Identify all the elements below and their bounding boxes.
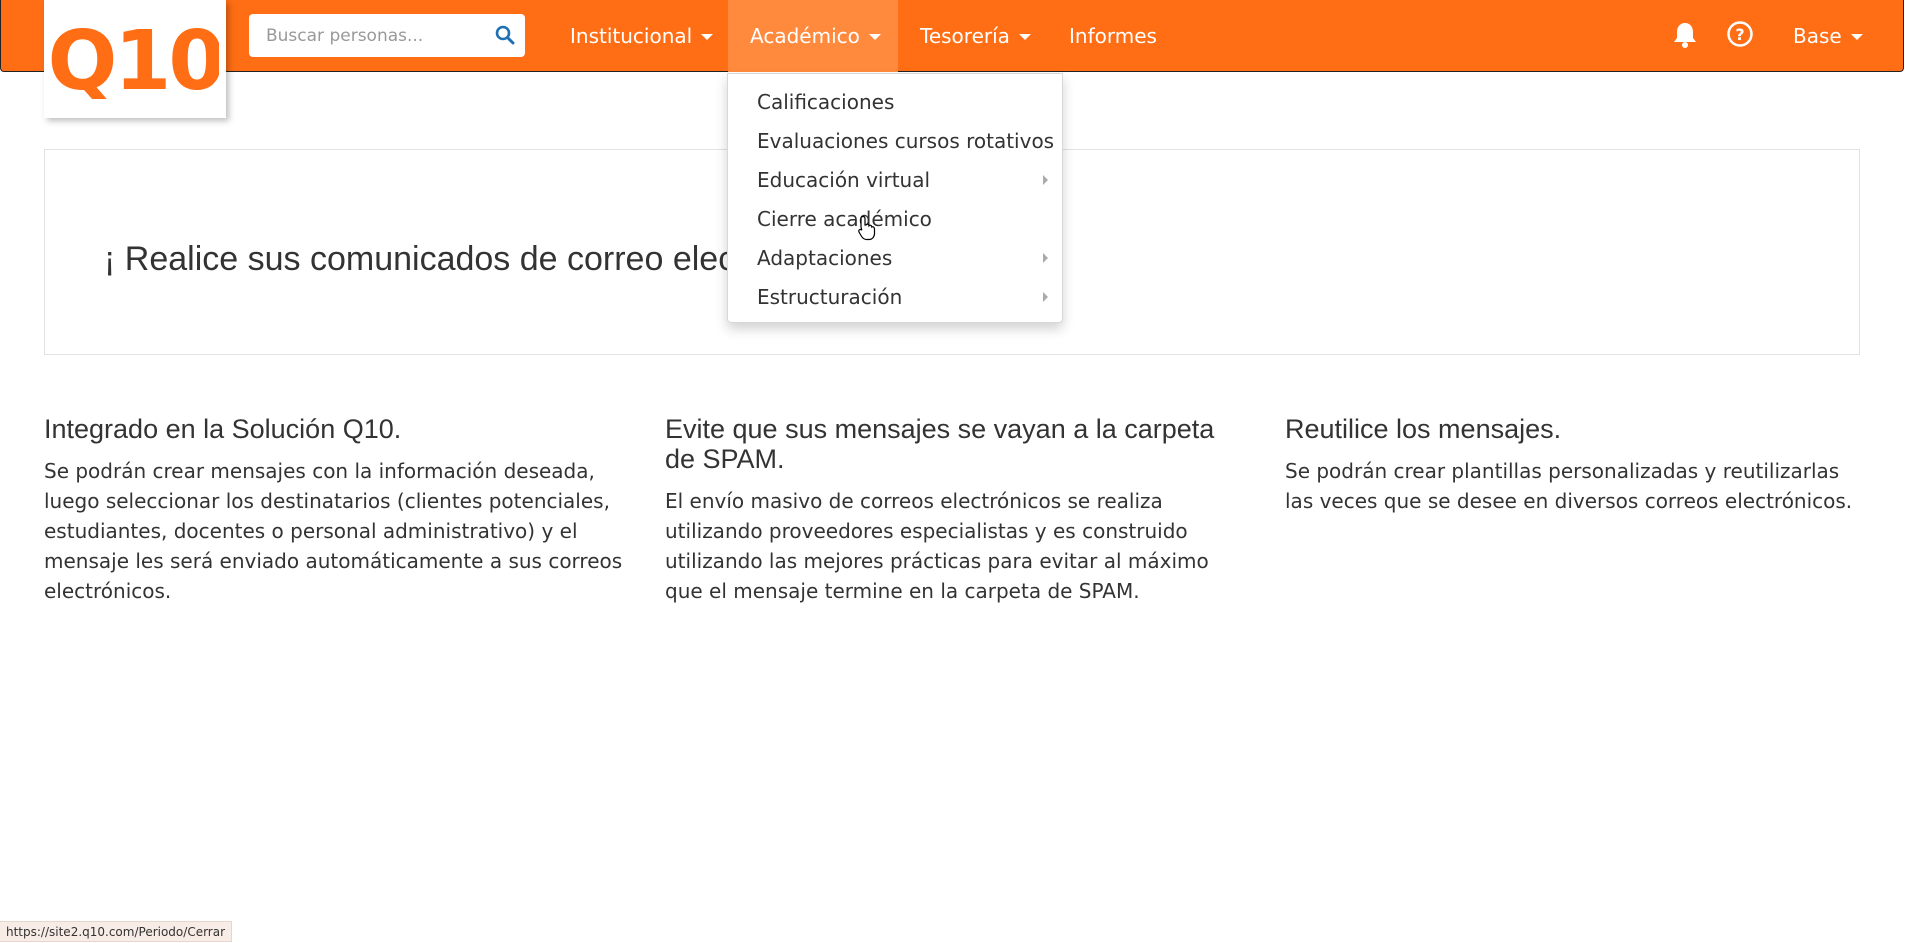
nav-academico-label: Académico: [750, 24, 860, 48]
nav-tesoreria[interactable]: Tesorería: [898, 0, 1053, 72]
nav-tesoreria-label: Tesorería: [920, 24, 1010, 48]
caret-down-icon: [701, 34, 714, 40]
menu-item-estructuracion[interactable]: Estructuración: [728, 278, 1062, 317]
feature-body: Se podrán crear mensajes con la informac…: [44, 459, 623, 603]
bell-icon[interactable]: [1672, 21, 1698, 49]
nav-informes[interactable]: Informes: [1047, 0, 1179, 72]
menu-item-educacion-virtual[interactable]: Educación virtual: [728, 161, 1062, 200]
q10-logo[interactable]: Q10: [44, 0, 226, 118]
caret-down-icon: [1850, 34, 1863, 40]
menu-item-label: Estructuración: [757, 285, 903, 309]
feature-body: El envío masivo de correos electrónicos …: [665, 489, 1209, 603]
menu-item-label: Educación virtual: [757, 168, 931, 192]
menu-item-label: Cierre académico: [757, 207, 932, 231]
chevron-right-icon: [1043, 253, 1048, 263]
feature-title: Evite que sus mensajes se vayan a la car…: [665, 414, 1215, 474]
nav-institucional-label: Institucional: [570, 24, 693, 48]
hand-cursor-icon: [858, 215, 876, 241]
feature-spam: Evite que sus mensajes se vayan a la car…: [665, 414, 1245, 606]
q10-logo-mark: Q10: [51, 19, 219, 99]
menu-item-label: Calificaciones: [757, 90, 895, 114]
menu-item-label: Adaptaciones: [757, 246, 893, 270]
chevron-right-icon: [1043, 175, 1048, 185]
nav-academico[interactable]: Académico: [728, 0, 898, 72]
feature-integrado: Integrado en la Solución Q10. Se podrán …: [44, 414, 624, 606]
nav-institucional[interactable]: Institucional: [548, 0, 735, 72]
status-bar-url: https://site2.q10.com/Periodo/Cerrar: [0, 921, 233, 942]
menu-item-adaptaciones[interactable]: Adaptaciones: [728, 239, 1062, 278]
user-menu[interactable]: Base: [1771, 0, 1885, 72]
caret-down-icon: [868, 34, 881, 40]
user-menu-label: Base: [1793, 24, 1842, 48]
svg-text:?: ?: [1735, 25, 1744, 44]
top-navbar: Institucional Académico Tesorería Inform…: [0, 0, 1904, 72]
menu-item-label: Evaluaciones cursos rotativos: [757, 129, 1055, 153]
search-box[interactable]: [249, 14, 525, 57]
chevron-right-icon: [1043, 292, 1048, 302]
search-icon[interactable]: [495, 25, 515, 45]
feature-reutilice: Reutilice los mensajes. Se podrán crear …: [1285, 414, 1865, 516]
academico-dropdown-menu: Calificaciones Evaluaciones cursos rotat…: [727, 73, 1063, 323]
feature-title: Reutilice los mensajes.: [1285, 414, 1562, 444]
menu-item-calificaciones[interactable]: Calificaciones: [728, 83, 1062, 122]
search-input[interactable]: [264, 24, 498, 47]
feature-title: Integrado en la Solución Q10.: [44, 414, 402, 444]
help-icon[interactable]: ?: [1726, 20, 1754, 48]
nav-informes-label: Informes: [1069, 24, 1157, 48]
menu-item-cierre-academico[interactable]: Cierre académico: [728, 200, 1062, 239]
feature-body: Se podrán crear plantillas personalizada…: [1285, 459, 1853, 513]
menu-item-evaluaciones-cursos-rotativos[interactable]: Evaluaciones cursos rotativos: [728, 122, 1062, 161]
svg-text:Q10: Q10: [51, 19, 219, 99]
caret-down-icon: [1018, 34, 1031, 40]
